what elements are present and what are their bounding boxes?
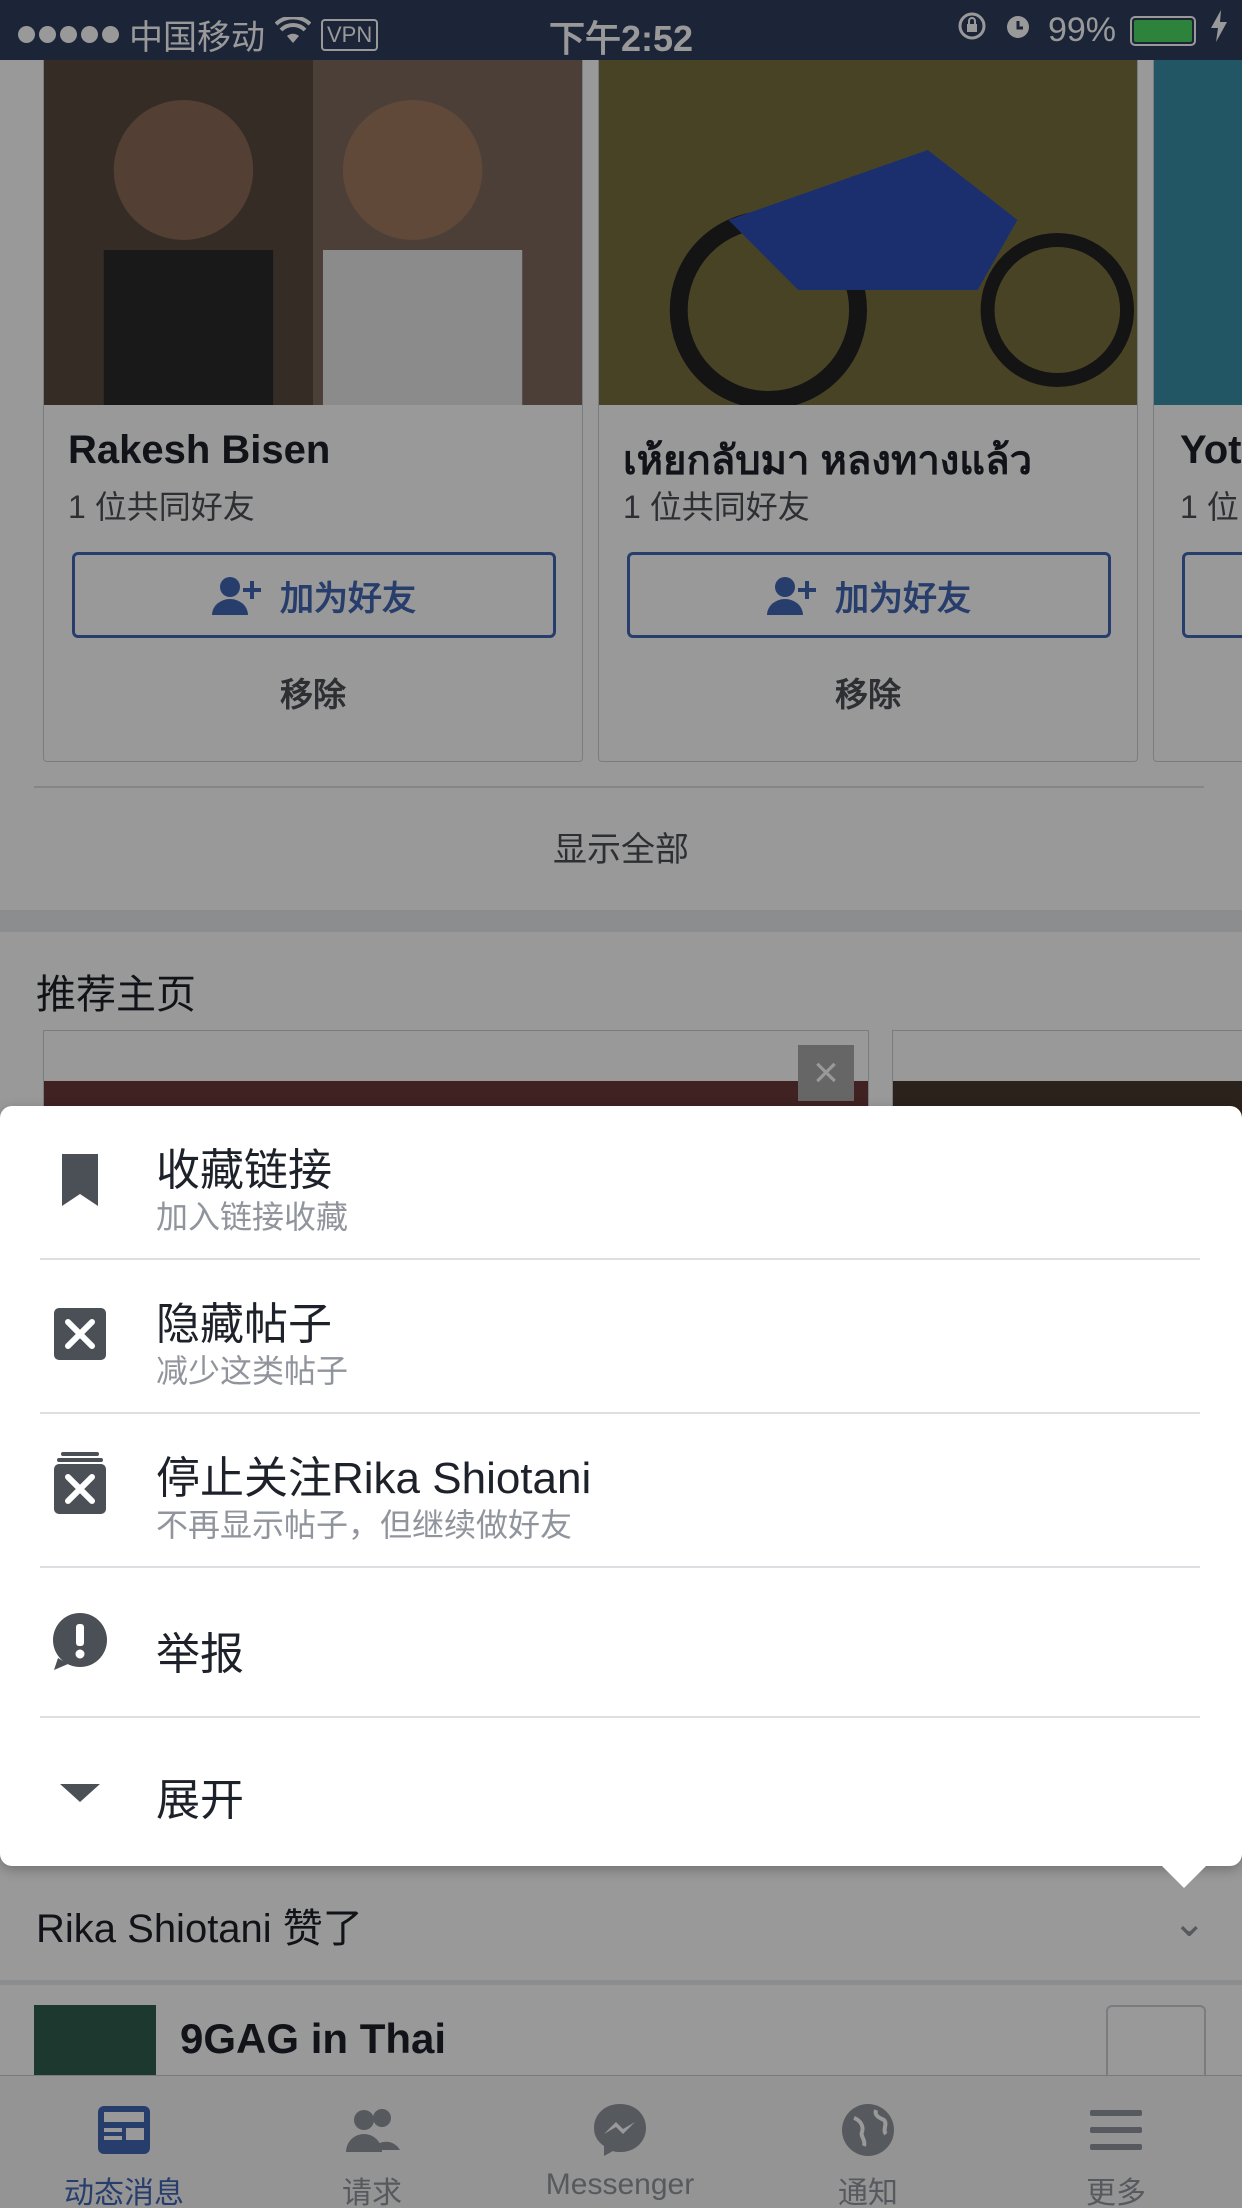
menu-item-report[interactable]: 举报 bbox=[0, 1568, 1242, 1716]
hide-icon bbox=[50, 1304, 110, 1364]
menu-item-expand[interactable]: 展开 bbox=[0, 1718, 1242, 1866]
menu-item-hide-post[interactable]: 隐藏帖子 减少这类帖子 bbox=[0, 1260, 1242, 1410]
menu-item-save-link[interactable]: 收藏链接 加入链接收藏 bbox=[0, 1106, 1242, 1256]
modal-overlay[interactable] bbox=[0, 0, 1242, 2208]
menu-item-title: 隐藏帖子 bbox=[156, 1300, 332, 1349]
menu-item-subtitle: 加入链接收藏 bbox=[156, 1199, 349, 1235]
menu-item-title: 举报 bbox=[156, 1630, 244, 1679]
post-options-menu: 收藏链接 加入链接收藏 隐藏帖子 减少这类帖子 停止关注Rika Shiotan… bbox=[0, 1106, 1242, 1888]
unfollow-icon bbox=[50, 1452, 110, 1514]
menu-item-subtitle: 不再显示帖子，但继续做好友 bbox=[156, 1507, 573, 1543]
menu-item-title: 展开 bbox=[156, 1776, 244, 1825]
menu-item-title: 收藏链接 bbox=[156, 1146, 332, 1195]
chevron-down-icon bbox=[50, 1762, 110, 1822]
report-icon bbox=[50, 1612, 110, 1672]
menu-item-unfollow[interactable]: 停止关注Rika Shiotani 不再显示帖子，但继续做好友 bbox=[0, 1414, 1242, 1564]
menu-item-subtitle: 减少这类帖子 bbox=[156, 1353, 349, 1389]
menu-item-title: 停止关注Rika Shiotani bbox=[156, 1454, 592, 1503]
bookmark-icon bbox=[50, 1150, 110, 1210]
